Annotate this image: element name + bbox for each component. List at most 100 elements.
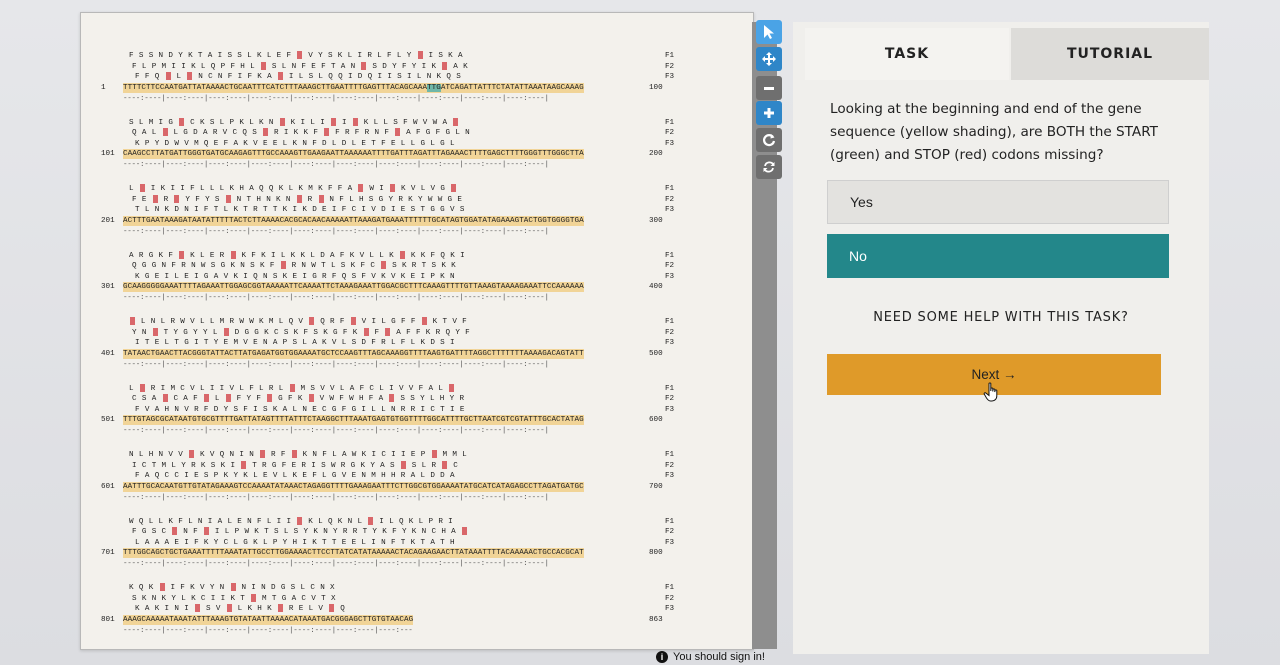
stop-codon-mark — [139, 383, 145, 392]
stop-codon-mark — [189, 450, 195, 458]
sequence-viewer[interactable]: F S S N D Y K T A I S S L K L E F V Y S … — [80, 12, 754, 650]
tab-tutorial[interactable]: TUTORIAL — [1011, 28, 1209, 80]
sequence-block: L R I M C V L I I V L F L R L M S V V L … — [101, 383, 741, 444]
frame-row-f1: L N L R W V L L M R W W K M L Q V Q R F … — [129, 317, 467, 327]
sequence-ruler: ----:----|----:----|----:----|----:----|… — [123, 360, 549, 369]
dna-end-position: 200 — [649, 150, 663, 158]
dna-end-position: 400 — [649, 283, 663, 291]
dna-start-position: 601 — [101, 482, 115, 491]
answer-no-button[interactable]: No — [827, 234, 1169, 278]
stop-codon-mark — [297, 516, 303, 525]
stop-codon-mark — [296, 194, 302, 203]
frame-label: F1 — [665, 451, 675, 459]
stop-codon-mark — [251, 593, 257, 602]
stop-codon-mark — [225, 194, 231, 203]
sequence-block: L N L R W V L L M R W W K M L Q V Q R F … — [101, 317, 741, 377]
sequence-ruler: ----:----|----:----|----:----|----:----|… — [123, 161, 549, 169]
stop-codon-mark — [195, 604, 201, 612]
stop-codon-mark — [152, 327, 158, 336]
frame-row-f1: L R I M C V L I I V L F L R L M S V V L … — [129, 383, 455, 394]
frame-label: F2 — [665, 262, 675, 270]
pointer-icon[interactable] — [756, 20, 782, 44]
frame-row-f2: Q A L L G D A R V C Q S R I K K F F R F … — [132, 128, 471, 137]
answer-yes-label: Yes — [850, 194, 873, 210]
stop-codon-mark — [361, 61, 367, 70]
frame-label: F1 — [665, 52, 675, 60]
stop-codon-mark — [318, 194, 324, 203]
zoom-in-icon[interactable] — [756, 101, 782, 125]
stop-codon-mark — [297, 51, 303, 59]
frame-label: F1 — [665, 517, 675, 526]
stop-codon-mark — [308, 394, 314, 402]
frame-row-f1: A R G K F K L E R K F K I L K K L D A F … — [129, 250, 465, 260]
frame-row-f2: S K N K Y L K C I I K T M T G A C V T X — [132, 593, 336, 603]
sequence-ruler: ----:----|----:----|----:----|----:----|… — [123, 94, 549, 103]
reset-icon[interactable] — [756, 155, 782, 179]
frame-row-f1: K Q K I F K V Y N N I N D G S L C N X — [129, 583, 335, 592]
frame-row-f2: C S A C A F L F Y F G F K V W F W H F A … — [132, 394, 465, 403]
stop-codon-mark — [390, 184, 396, 192]
frame-label: F2 — [665, 594, 675, 603]
stop-codon-mark — [331, 117, 337, 126]
stop-codon-mark — [381, 261, 387, 269]
sequence-ruler: ----:----|----:----|----:----|----:----|… — [123, 626, 413, 635]
frame-row-f1: W Q L L K F L N I A L E N F L I I K L Q … — [129, 516, 454, 526]
stop-codon-mark — [179, 250, 185, 259]
task-question: Looking at the beginning and end of the … — [830, 101, 1158, 163]
frame-row-f3: K P Y D W V M Q E F A K V E E L K N F D … — [135, 139, 455, 148]
move-icon[interactable] — [756, 47, 782, 71]
frame-label: F2 — [665, 395, 675, 403]
frame-label: F3 — [665, 139, 675, 148]
frame-label: F3 — [665, 538, 675, 547]
sequence-block: L I K I I F L L L K H A Q Q K L K M K F … — [101, 184, 741, 244]
zoom-out-icon[interactable] — [756, 76, 782, 100]
stop-codon-mark — [453, 117, 459, 126]
stop-codon-mark — [329, 604, 335, 612]
dna-sequence: TTTGGCAGCTGCTGAAATTTTTAAATATTGCCTTGGAAAA… — [123, 548, 584, 558]
stop-codon-mark — [442, 61, 448, 70]
stop-codon-mark — [203, 394, 209, 402]
frame-row-f1: S L M I G C K S L P K L K N K I L I I K … — [129, 117, 459, 128]
frame-row-f2: I C T M L Y R K S K I T R G F E R I S W … — [132, 460, 459, 470]
stop-codon-mark — [179, 117, 185, 126]
frame-label: F3 — [665, 73, 675, 81]
frame-label: F2 — [665, 528, 675, 536]
stop-codon-mark — [324, 128, 330, 136]
frame-label: F2 — [665, 195, 675, 204]
sequence-block: W Q L L K F L N I A L E N F L I I K L Q … — [101, 516, 741, 577]
frame-row-f3: T L N K D N I F T L K T R T T K I K D E … — [135, 206, 465, 214]
sequence-block: S L M I G C K S L P K L K N K I L I I K … — [101, 117, 741, 178]
dna-end-position: 100 — [649, 83, 663, 92]
frame-label: F2 — [665, 461, 675, 470]
dna-end-position: 863 — [649, 615, 663, 624]
stop-codon-mark — [431, 450, 437, 458]
help-link[interactable]: NEED SOME HELP WITH THIS TASK? — [813, 310, 1189, 325]
stop-codon-mark — [260, 61, 266, 70]
tab-task[interactable]: TASK — [805, 28, 1009, 80]
stop-codon-mark — [399, 250, 405, 259]
frame-row-f3: I T E L T G I T Y E M V E N A P S L A K … — [135, 339, 455, 347]
dna-sequence: AAAGCAAAAATAAATATTTAAAGTGTATAATTAAAACATA… — [123, 614, 414, 625]
info-icon: i — [656, 651, 668, 663]
answer-yes-button[interactable]: Yes — [827, 180, 1169, 224]
refresh-icon[interactable] — [756, 128, 782, 152]
stop-codon-mark — [162, 128, 168, 136]
frame-row-f2: F L P M I I K L Q P F H L S L N F E F T … — [132, 61, 468, 71]
stop-codon-mark — [350, 317, 356, 325]
frame-row-f3: F A Q C C I E S P K Y K L E V L K E F L … — [135, 472, 455, 480]
frame-row-f3: K A K I N I S V L K H K R E L V Q — [135, 604, 346, 613]
viewer-toolbar — [754, 20, 784, 180]
frame-label: F2 — [665, 328, 675, 337]
sequence-ruler: ----:----|----:----|----:----|----:----|… — [123, 493, 549, 502]
frame-row-f1: L I K I I F L L L K H A Q Q K L K M K F … — [129, 184, 457, 194]
stop-codon-mark — [289, 383, 295, 392]
stop-codon-mark — [159, 583, 165, 591]
dna-sequence: GCAAGGGGGAAATTTTAGAAATTGGAGCGGTAAAAATTCA… — [123, 282, 584, 292]
frame-row-f2: F G S C N F I L P W K T S L S Y K N Y R … — [132, 527, 468, 537]
signin-notice[interactable]: i You should sign in! — [656, 651, 765, 663]
frame-label: F3 — [665, 272, 675, 281]
dna-sequence: TATAACTGAACTTACGGGTATTACTTATGAGATGGTGGAA… — [123, 348, 584, 359]
stop-codon-mark — [223, 327, 229, 336]
dna-start-position: 501 — [101, 416, 115, 424]
frame-row-f1: F S S N D Y K T A I S S L K L E F V Y S … — [129, 51, 463, 60]
